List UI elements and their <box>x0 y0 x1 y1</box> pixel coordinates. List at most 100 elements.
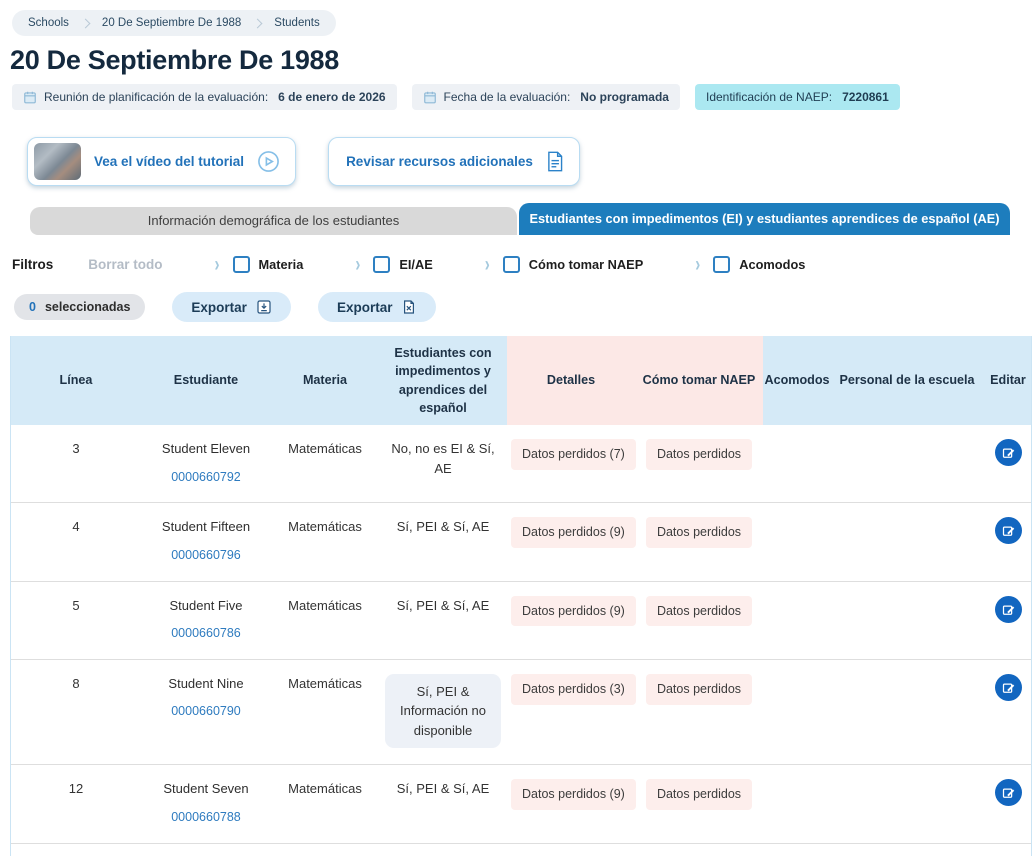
tab-demographic-info[interactable]: Información demográfica de los estudiant… <box>30 207 517 235</box>
info-badge-row: Reunión de planificación de la evaluació… <box>12 84 1034 110</box>
tab-ei-ae-students[interactable]: Estudiantes con impedimentos (EI) y estu… <box>519 203 1010 235</box>
como-tomar-status-badge: Datos perdidos <box>646 674 752 705</box>
edit-icon <box>1001 445 1016 460</box>
cell-personal <box>831 515 983 519</box>
breadcrumb-chevron-icon <box>80 18 90 28</box>
cell-estudiante: Student Nine 0000660790 <box>141 672 271 723</box>
detalles-status-badge: Datos perdidos (9) <box>511 596 636 627</box>
breadcrumb-item-students[interactable]: Students <box>274 17 319 29</box>
filter-acomodos[interactable]: Acomodos <box>713 256 805 273</box>
filter-materia[interactable]: Materia <box>233 256 304 273</box>
student-id-link[interactable]: 0000660786 <box>145 624 267 643</box>
edit-icon <box>1001 523 1016 538</box>
cell-detalles: Datos perdidos (9) <box>507 594 635 629</box>
cell-acomodos <box>763 594 831 598</box>
col-header-materia: Materia <box>271 336 379 425</box>
cell-acomodos <box>763 515 831 519</box>
chevron-right-icon: › <box>215 253 220 277</box>
table-row: 8 Student Nine 0000660790 Matemáticas Sí… <box>11 660 1031 766</box>
cell-materia: Matemáticas <box>271 777 379 801</box>
badge-value: No programada <box>580 90 669 104</box>
edit-button[interactable] <box>995 674 1022 701</box>
export-excel-icon <box>401 299 417 315</box>
table-row: 13 STudent Sixteen 0000660797 Matemática… <box>11 844 1031 856</box>
cell-como-tomar-naep: Datos perdidos <box>635 594 763 629</box>
export-pdf-icon <box>256 299 272 315</box>
edit-button[interactable] <box>995 439 1022 466</box>
edit-button[interactable] <box>995 517 1022 544</box>
cell-ei-ae: Sí, PEI & Sí, AE <box>379 515 507 539</box>
filter-materia-checkbox[interactable] <box>233 256 250 273</box>
chevron-right-icon: › <box>485 253 490 277</box>
cell-acomodos <box>763 777 831 781</box>
cell-materia: Matemáticas <box>271 672 379 696</box>
cell-ei-ae: Sí, PEI & Información no disponible <box>379 672 507 751</box>
cell-personal <box>831 672 983 676</box>
edit-icon <box>1001 785 1016 800</box>
filter-acomodos-checkbox[interactable] <box>713 256 730 273</box>
cell-linea: 12 <box>11 777 141 801</box>
student-id-link[interactable]: 0000660796 <box>145 546 267 565</box>
chevron-right-icon: › <box>355 253 360 277</box>
breadcrumb-item-school-name[interactable]: 20 De Septiembre De 1988 <box>102 17 241 29</box>
badge-label: Fecha de la evaluación: <box>444 90 571 104</box>
planning-meeting-badge: Reunión de planificación de la evaluació… <box>12 84 397 110</box>
cell-linea: 8 <box>11 672 141 696</box>
filter-como-tomar-naep[interactable]: Cómo tomar NAEP <box>503 256 643 273</box>
export-pdf-button[interactable]: Exportar <box>172 292 291 322</box>
cell-estudiante: Student Fifteen 0000660796 <box>141 515 271 566</box>
table-row: 12 Student Seven 0000660788 Matemáticas … <box>11 765 1031 843</box>
filter-label: Cómo tomar NAEP <box>529 257 643 272</box>
page: Schools 20 De Septiembre De 1988 Student… <box>0 0 1034 856</box>
export-excel-button[interactable]: Exportar <box>318 292 437 322</box>
play-icon <box>257 150 280 173</box>
cell-personal <box>831 777 983 781</box>
cell-como-tomar-naep: Datos perdidos <box>635 672 763 707</box>
student-id-link[interactable]: 0000660790 <box>145 702 267 721</box>
tab-bar: Información demográfica de los estudiant… <box>30 203 1010 235</box>
cell-ei-ae: Sí, PEI & Sí, AE <box>379 594 507 618</box>
edit-icon <box>1001 680 1016 695</box>
cell-linea: 3 <box>11 437 141 461</box>
table-row: 3 Student Eleven 0000660792 Matemáticas … <box>11 425 1031 503</box>
breadcrumb-item-schools[interactable]: Schools <box>28 17 69 29</box>
badge-label: Reunión de planificación de la evaluació… <box>44 90 268 104</box>
export-pdf-label: Exportar <box>191 300 247 315</box>
selected-count: 0 <box>29 300 36 314</box>
badge-label: Identificación de NAEP: <box>706 90 832 104</box>
selection-row: 0 seleccionadas Exportar Exportar <box>14 292 1034 322</box>
filter-como-tomar-naep-checkbox[interactable] <box>503 256 520 273</box>
student-name: Student Eleven <box>145 439 267 459</box>
student-name: Student Fifteen <box>145 517 267 537</box>
cell-editar <box>983 437 1033 468</box>
edit-button[interactable] <box>995 596 1022 623</box>
col-header-como-tomar-naep: Cómo tomar NAEP <box>635 336 763 425</box>
filter-ei-ae[interactable]: EI/AE <box>373 256 432 273</box>
badge-value: 7220861 <box>842 90 889 104</box>
student-id-link[interactable]: 0000660788 <box>145 808 267 827</box>
tutorial-video-button[interactable]: Vea el vídeo del tutorial <box>27 137 296 186</box>
cell-detalles: Datos perdidos (7) <box>507 437 635 472</box>
edit-button[interactable] <box>995 779 1022 806</box>
page-title: 20 De Septiembre De 1988 <box>10 45 1034 76</box>
student-name: Student Nine <box>145 674 267 694</box>
cell-como-tomar-naep: Datos perdidos <box>635 515 763 550</box>
cell-editar <box>983 672 1033 703</box>
cell-materia: Matemáticas <box>271 515 379 539</box>
col-header-linea: Línea <box>11 336 141 425</box>
additional-resources-button[interactable]: Revisar recursos adicionales <box>328 137 580 186</box>
student-id-link[interactable]: 0000660792 <box>145 468 267 487</box>
edit-icon <box>1001 602 1016 617</box>
cell-como-tomar-naep: Datos perdidos <box>635 777 763 812</box>
clear-all-filters-button[interactable]: Borrar todo <box>88 257 162 272</box>
cell-estudiante: Student Five 0000660786 <box>141 594 271 645</box>
col-header-estudiante: Estudiante <box>141 336 271 425</box>
selected-count-label: seleccionadas <box>45 300 130 314</box>
detalles-status-badge: Datos perdidos (9) <box>511 779 636 810</box>
naep-id-badge: Identificación de NAEP: 7220861 <box>695 84 900 110</box>
table-header-row: Línea Estudiante Materia Estudiantes con… <box>11 336 1031 425</box>
como-tomar-status-badge: Datos perdidos <box>646 439 752 470</box>
detalles-status-badge: Datos perdidos (9) <box>511 517 636 548</box>
student-name: Student Seven <box>145 779 267 799</box>
filter-ei-ae-checkbox[interactable] <box>373 256 390 273</box>
